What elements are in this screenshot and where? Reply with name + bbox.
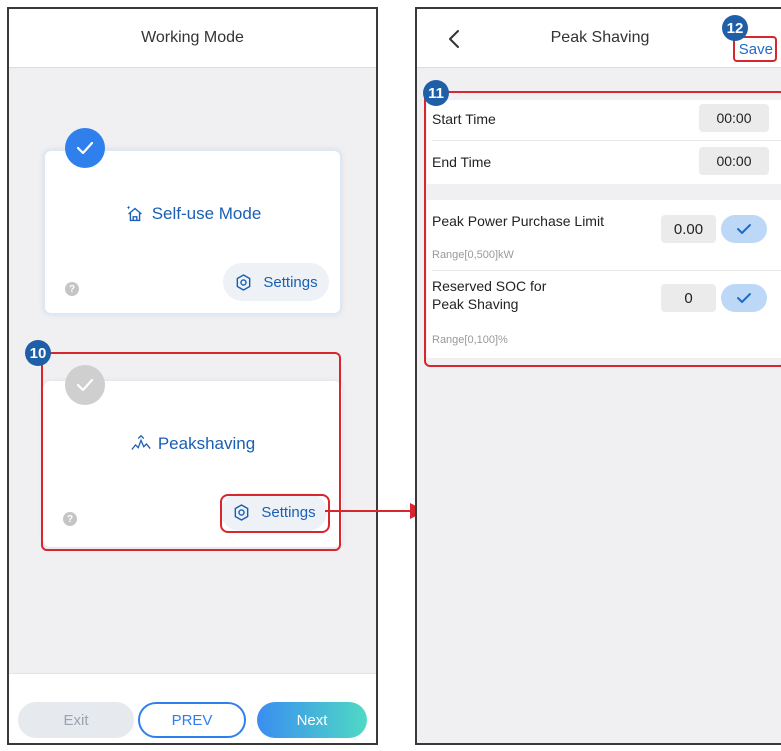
peak-power-range: Range[0,500]kW (432, 249, 514, 261)
exit-button[interactable]: Exit (18, 702, 134, 738)
unselected-check-icon[interactable] (65, 365, 105, 405)
divider (432, 140, 781, 141)
mode-name: Peakshaving (157, 434, 256, 453)
peak-power-label: Peak Power Purchase Limit (432, 213, 604, 229)
peakshaving-mode-card[interactable]: Peakshaving ? Settings (43, 381, 342, 547)
reserved-soc-confirm-button[interactable] (721, 284, 767, 312)
reserved-soc-input[interactable]: 0 (661, 284, 716, 312)
next-button[interactable]: Next (257, 702, 367, 738)
settings-label: Settings (261, 503, 316, 521)
check-icon (737, 224, 751, 234)
bottom-action-bar: Exit PREV Next (9, 673, 376, 743)
reserved-soc-label-line2: Peak Shaving (432, 296, 519, 312)
time-settings-group: Start Time 00:00 End Time 00:00 (427, 100, 781, 184)
callout-badge-12: 12 (722, 15, 748, 41)
reserved-soc-range: Range[0,100]% (432, 334, 508, 346)
callout-badge-11: 11 (423, 80, 449, 106)
reserved-soc-label-line1: Reserved SOC for (432, 278, 547, 294)
house-sparkle-icon (126, 205, 142, 222)
gear-icon (235, 503, 249, 521)
peak-shaving-screen: Peak Shaving Save Start Time 00:00 End T… (415, 7, 781, 745)
peak-power-input[interactable]: 0.00 (661, 215, 716, 243)
start-time-label: Start Time (432, 111, 496, 127)
gear-icon (237, 273, 251, 291)
mode-title: Peakshaving (43, 433, 342, 455)
start-time-field[interactable]: 00:00 (699, 104, 769, 132)
help-icon[interactable]: ? (65, 282, 79, 296)
end-time-field[interactable]: 00:00 (699, 147, 769, 175)
mode-name: Self-use Mode (151, 204, 262, 223)
peak-power-confirm-button[interactable] (721, 215, 767, 243)
callout-badge-10: 10 (25, 340, 51, 366)
limit-settings-group: Peak Power Purchase Limit 0.00 Range[0,5… (427, 200, 781, 358)
self-use-settings-button[interactable]: Settings (223, 263, 329, 301)
help-icon[interactable]: ? (63, 512, 77, 526)
page-title: Peak Shaving (550, 29, 650, 46)
check-icon (737, 293, 751, 303)
page-title: Working Mode (141, 29, 244, 46)
connector-arrow-line (325, 510, 411, 512)
peakshaving-settings-button[interactable]: Settings (221, 493, 327, 531)
selected-check-icon (65, 128, 105, 168)
mode-title: Self-use Mode (45, 203, 340, 225)
working-mode-screen: Working Mode Self-use Mode ? Settings Pe… (7, 7, 378, 745)
prev-button[interactable]: PREV (138, 702, 246, 738)
self-use-mode-card[interactable]: Self-use Mode ? Settings (43, 149, 342, 315)
back-chevron-icon[interactable] (445, 27, 465, 51)
nav-bar: Working Mode (9, 9, 376, 68)
end-time-label: End Time (432, 154, 492, 170)
settings-label: Settings (263, 273, 318, 291)
peak-graph-icon (131, 434, 151, 450)
divider (432, 270, 781, 271)
